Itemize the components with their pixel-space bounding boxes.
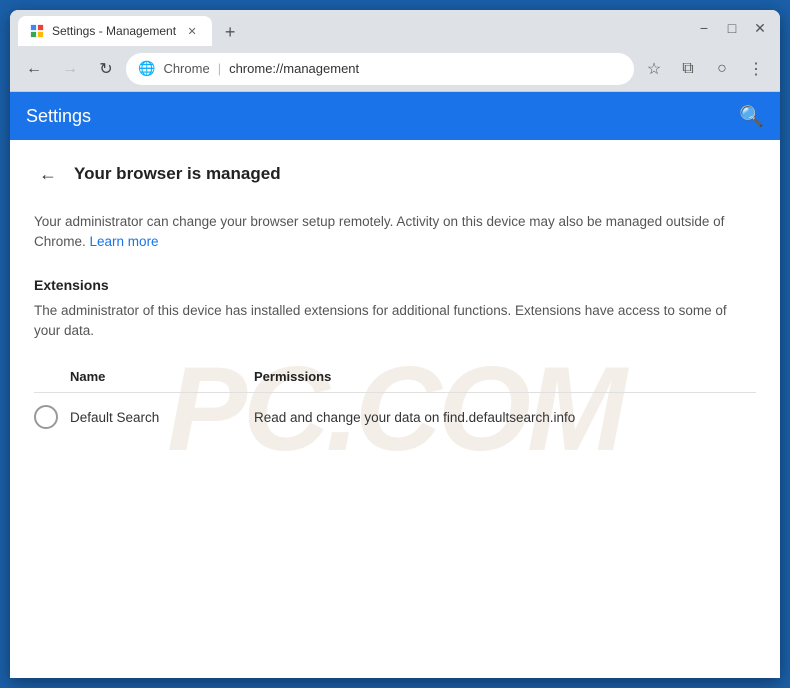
- col-name-header: Name: [34, 369, 254, 384]
- url-text: chrome://management: [229, 61, 359, 76]
- back-button[interactable]: ←: [18, 53, 50, 85]
- table-row: Default Search Read and change your data…: [34, 393, 756, 441]
- ext-perm-cell: Read and change your data on find.defaul…: [254, 410, 756, 425]
- window-controls: − □ ✕: [696, 20, 772, 36]
- main-content: PC.COM ← Your browser is managed Your ad…: [10, 140, 780, 678]
- ext-name: Default Search: [70, 410, 159, 425]
- page-title-row: ← Your browser is managed: [34, 160, 756, 188]
- minimize-button[interactable]: −: [696, 20, 712, 36]
- page-title: Your browser is managed: [74, 164, 281, 184]
- ext-name-cell: Default Search: [70, 410, 254, 425]
- secure-icon: 🌐: [138, 60, 155, 77]
- reload-button[interactable]: ↻: [90, 53, 122, 85]
- extensions-button[interactable]: ⧉: [672, 53, 704, 85]
- bookmark-button[interactable]: ☆: [638, 53, 670, 85]
- ext-icon: [34, 405, 58, 429]
- menu-button[interactable]: ⋮: [740, 53, 772, 85]
- extensions-table: Name Permissions Default Search Read and…: [34, 361, 756, 441]
- forward-button[interactable]: →: [54, 53, 86, 85]
- browser-window: Settings - Management ✕ + − □ ✕ ← → ↻ 🌐 …: [10, 10, 780, 678]
- tab-strip: Settings - Management ✕ +: [18, 10, 692, 46]
- extensions-section-title: Extensions: [34, 277, 756, 293]
- ext-icon-cell: [34, 405, 70, 429]
- page-back-button[interactable]: ←: [34, 160, 62, 188]
- table-header: Name Permissions: [34, 361, 756, 393]
- extensions-description: The administrator of this device has ins…: [34, 301, 756, 342]
- tab-favicon: [30, 24, 44, 38]
- address-bar[interactable]: 🌐 Chrome | chrome://management: [126, 53, 634, 85]
- col-perm-header: Permissions: [254, 369, 756, 384]
- account-button[interactable]: ○: [706, 53, 738, 85]
- ext-permissions: Read and change your data on find.defaul…: [254, 410, 575, 425]
- toolbar: ← → ↻ 🌐 Chrome | chrome://management ☆ ⧉…: [10, 46, 780, 92]
- active-tab[interactable]: Settings - Management ✕: [18, 16, 212, 46]
- settings-header: Settings 🔍: [10, 92, 780, 140]
- close-button[interactable]: ✕: [752, 20, 768, 36]
- settings-title: Settings: [26, 106, 91, 127]
- learn-more-link[interactable]: Learn more: [90, 234, 159, 249]
- toolbar-actions: ☆ ⧉ ○ ⋮: [638, 53, 772, 85]
- site-name: Chrome: [163, 61, 209, 76]
- new-tab-button[interactable]: +: [216, 18, 244, 46]
- url-separator: |: [218, 61, 221, 76]
- maximize-button[interactable]: □: [724, 20, 740, 36]
- tab-close-button[interactable]: ✕: [184, 23, 200, 39]
- tab-title: Settings - Management: [52, 24, 176, 38]
- content-area: ← Your browser is managed Your administr…: [10, 140, 780, 461]
- description-text: Your administrator can change your brows…: [34, 212, 756, 253]
- title-bar: Settings - Management ✕ + − □ ✕: [10, 10, 780, 46]
- settings-search-icon[interactable]: 🔍: [739, 104, 764, 129]
